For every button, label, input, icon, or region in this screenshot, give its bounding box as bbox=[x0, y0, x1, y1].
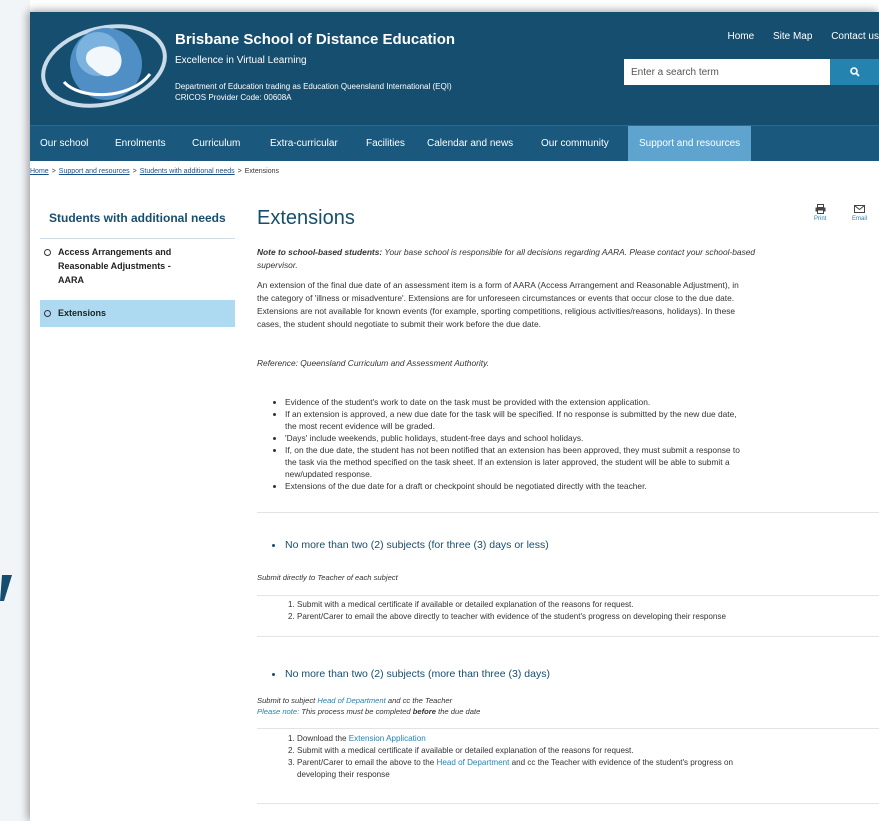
list-item: Submit with a medical certificate if ava… bbox=[297, 599, 879, 611]
list-item: Parent/Carer to email the above directly… bbox=[297, 611, 879, 623]
main-nav: Our school Enrolments Curriculum Extra-c… bbox=[30, 125, 879, 161]
breadcrumb-separator: > bbox=[132, 168, 137, 175]
nav-extra-curricular[interactable]: Extra-curricular bbox=[270, 126, 338, 161]
print-button[interactable]: Print bbox=[814, 204, 826, 222]
nav-curriculum[interactable]: Curriculum bbox=[192, 126, 240, 161]
list-item: 'Days' include weekends, public holidays… bbox=[285, 432, 879, 444]
email-button[interactable]: Email bbox=[852, 204, 867, 222]
intro-paragraph: An extension of the final due date of an… bbox=[257, 280, 739, 329]
site-header: Brisbane School of Distance Education Ex… bbox=[30, 12, 879, 125]
nav-our-community[interactable]: Our community bbox=[541, 126, 609, 161]
nav-facilities[interactable]: Facilities bbox=[366, 126, 405, 161]
nav-calendar-and-news[interactable]: Calendar and news bbox=[427, 126, 513, 161]
nav-support-and-resources[interactable]: Support and resources bbox=[628, 126, 752, 161]
search-icon bbox=[849, 67, 860, 77]
section-note: Submit directly to Teacher of each subje… bbox=[257, 573, 398, 582]
list-item: Extensions of the due date for a draft o… bbox=[285, 480, 879, 492]
sidebar-item-extensions[interactable]: Extensions bbox=[40, 300, 235, 327]
sidebar-item-aara[interactable]: Access Arrangements and Reasonable Adjus… bbox=[40, 245, 235, 295]
steps-list: Submit with a medical certificate if ava… bbox=[257, 599, 879, 623]
search-input[interactable] bbox=[624, 59, 830, 85]
rules-list: Evidence of the student's work to date o… bbox=[257, 396, 879, 492]
site-map-link[interactable]: Site Map bbox=[773, 31, 812, 42]
divider bbox=[257, 512, 879, 513]
circle-bullet-icon bbox=[44, 310, 51, 317]
head-of-department-link[interactable]: Head of Department bbox=[317, 696, 385, 705]
browser-page: Brisbane School of Distance Education Ex… bbox=[30, 12, 879, 821]
reference-text: Reference: Queensland Curriculum and Ass… bbox=[257, 358, 489, 368]
home-link[interactable]: Home bbox=[727, 31, 754, 42]
top-links: Home Site Map Contact us bbox=[711, 31, 879, 42]
breadcrumb: Home > Support and resources > Students with… bbox=[30, 168, 279, 175]
breadcrumb-support[interactable]: Support and resources bbox=[59, 168, 130, 175]
steps-list: Download the Extension Application Submi… bbox=[257, 733, 879, 781]
bullet-dot-icon bbox=[272, 672, 275, 676]
divider bbox=[257, 803, 879, 804]
tagline: Excellence in Virtual Learning bbox=[175, 55, 307, 66]
head-of-department-link[interactable]: Head of Department bbox=[436, 758, 509, 767]
divider bbox=[257, 728, 879, 729]
envelope-icon bbox=[854, 205, 865, 213]
list-item: Evidence of the student's work to date o… bbox=[285, 396, 879, 408]
sidebar-title[interactable]: Students with additional needs bbox=[49, 211, 226, 225]
school-based-note: Note to school-based students: Your base… bbox=[257, 247, 756, 270]
list-item: If an extension is approved, a new due d… bbox=[285, 408, 879, 432]
breadcrumb-current: Extensions bbox=[244, 168, 280, 175]
circle-bullet-icon bbox=[44, 249, 51, 256]
section-note: Submit to subject Head of Department and… bbox=[257, 696, 481, 716]
extension-application-link[interactable]: Extension Application bbox=[349, 734, 426, 743]
globe-logo-icon bbox=[41, 24, 167, 108]
sidebar-item-label: Access Arrangements and Reasonable Adjus… bbox=[58, 247, 172, 285]
breadcrumb-home[interactable]: Home bbox=[30, 168, 49, 175]
list-item: Submit with a medical certificate if ava… bbox=[297, 745, 879, 757]
bullet-dot-icon bbox=[272, 543, 275, 547]
list-item: If, on the due date, the student has not… bbox=[285, 444, 879, 480]
list-item: Parent/Carer to email the above to the H… bbox=[297, 757, 879, 781]
background-strip bbox=[0, 0, 30, 821]
section-heading-short: No more than two (2) subjects (for three… bbox=[272, 539, 549, 551]
page-title: Extensions bbox=[257, 207, 355, 229]
section-heading-long: No more than two (2) subjects (more than… bbox=[272, 668, 550, 680]
divider bbox=[257, 595, 879, 596]
contact-us-link[interactable]: Contact us bbox=[831, 31, 879, 42]
search-button[interactable] bbox=[830, 59, 879, 85]
divider bbox=[257, 636, 879, 637]
decorative-mark bbox=[0, 575, 12, 601]
school-name[interactable]: Brisbane School of Distance Education bbox=[175, 31, 455, 48]
nav-our-school[interactable]: Our school bbox=[40, 126, 88, 161]
printer-icon bbox=[815, 204, 826, 214]
breadcrumb-students[interactable]: Students with additional needs bbox=[140, 168, 235, 175]
list-item: Download the Extension Application bbox=[297, 733, 879, 745]
breadcrumb-separator: > bbox=[51, 168, 56, 175]
sidebar-item-label: Extensions bbox=[58, 308, 107, 318]
department-text: Department of Education trading as Educa… bbox=[175, 82, 452, 102]
nav-enrolments[interactable]: Enrolments bbox=[115, 126, 166, 161]
sidebar-divider bbox=[40, 238, 235, 239]
breadcrumb-separator: > bbox=[237, 168, 242, 175]
